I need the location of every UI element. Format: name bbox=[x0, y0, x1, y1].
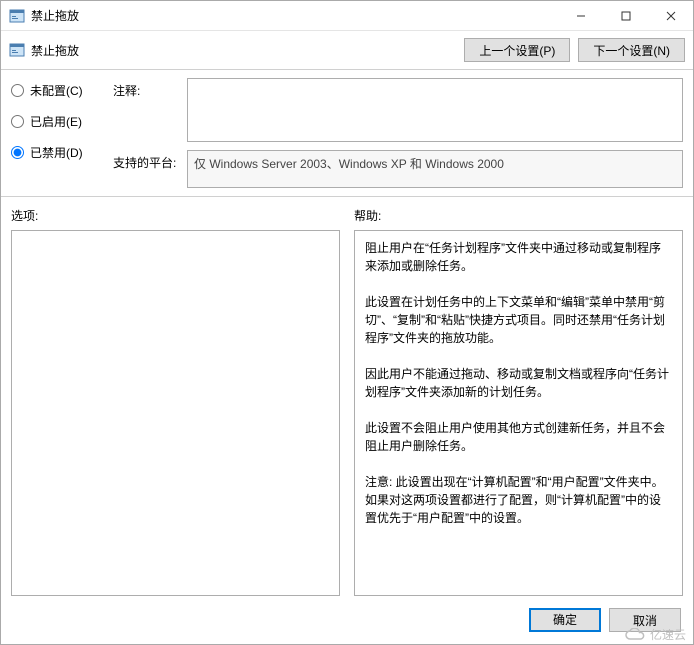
options-panel[interactable] bbox=[11, 230, 340, 596]
radio-enabled-label: 已启用(E) bbox=[30, 113, 82, 130]
minimize-button[interactable] bbox=[558, 1, 603, 30]
radio-not-configured-input[interactable] bbox=[11, 84, 24, 97]
radio-not-configured-label: 未配置(C) bbox=[30, 82, 83, 99]
sheet-icon bbox=[9, 42, 25, 58]
config-section: 未配置(C) 已启用(E) 已禁用(D) 注释: 支持的平台: bbox=[1, 70, 693, 196]
previous-setting-button[interactable]: 上一个设置(P) bbox=[464, 38, 570, 62]
help-panel[interactable]: 阻止用户在“任务计划程序”文件夹中通过移动或复制程序来添加或删除任务。 此设置在… bbox=[354, 230, 683, 596]
radio-enabled[interactable]: 已启用(E) bbox=[11, 113, 101, 130]
comment-row: 注释: bbox=[113, 78, 683, 142]
ok-button[interactable]: 确定 bbox=[529, 608, 601, 632]
radio-disabled-label: 已禁用(D) bbox=[30, 144, 83, 161]
platform-row: 支持的平台: bbox=[113, 150, 683, 188]
comment-label: 注释: bbox=[113, 78, 179, 99]
radio-enabled-input[interactable] bbox=[11, 115, 24, 128]
toolbar-title: 禁止拖放 bbox=[31, 42, 79, 59]
close-button[interactable] bbox=[648, 1, 693, 30]
next-setting-button[interactable]: 下一个设置(N) bbox=[578, 38, 685, 62]
radio-not-configured[interactable]: 未配置(C) bbox=[11, 82, 101, 99]
app-icon bbox=[9, 8, 25, 24]
comment-input[interactable] bbox=[187, 78, 683, 142]
state-radio-group: 未配置(C) 已启用(E) 已禁用(D) bbox=[11, 78, 101, 188]
platform-value bbox=[187, 150, 683, 188]
options-label: 选项: bbox=[11, 207, 340, 224]
radio-disabled[interactable]: 已禁用(D) bbox=[11, 144, 101, 161]
cancel-button[interactable]: 取消 bbox=[609, 608, 681, 632]
window-title: 禁止拖放 bbox=[31, 7, 558, 24]
maximize-button[interactable] bbox=[603, 1, 648, 30]
toolbar: 禁止拖放 上一个设置(P) 下一个设置(N) bbox=[1, 31, 693, 69]
titlebar: 禁止拖放 bbox=[1, 1, 693, 31]
panels: 选项: 帮助: 阻止用户在“任务计划程序”文件夹中通过移动或复制程序来添加或删除… bbox=[1, 197, 693, 596]
radio-disabled-input[interactable] bbox=[11, 146, 24, 159]
platform-label: 支持的平台: bbox=[113, 150, 179, 171]
help-label: 帮助: bbox=[354, 207, 683, 224]
dialog-buttons: 确定 取消 bbox=[1, 596, 693, 644]
dialog-window: 禁止拖放 禁止拖放 上一个设置(P) bbox=[0, 0, 694, 645]
